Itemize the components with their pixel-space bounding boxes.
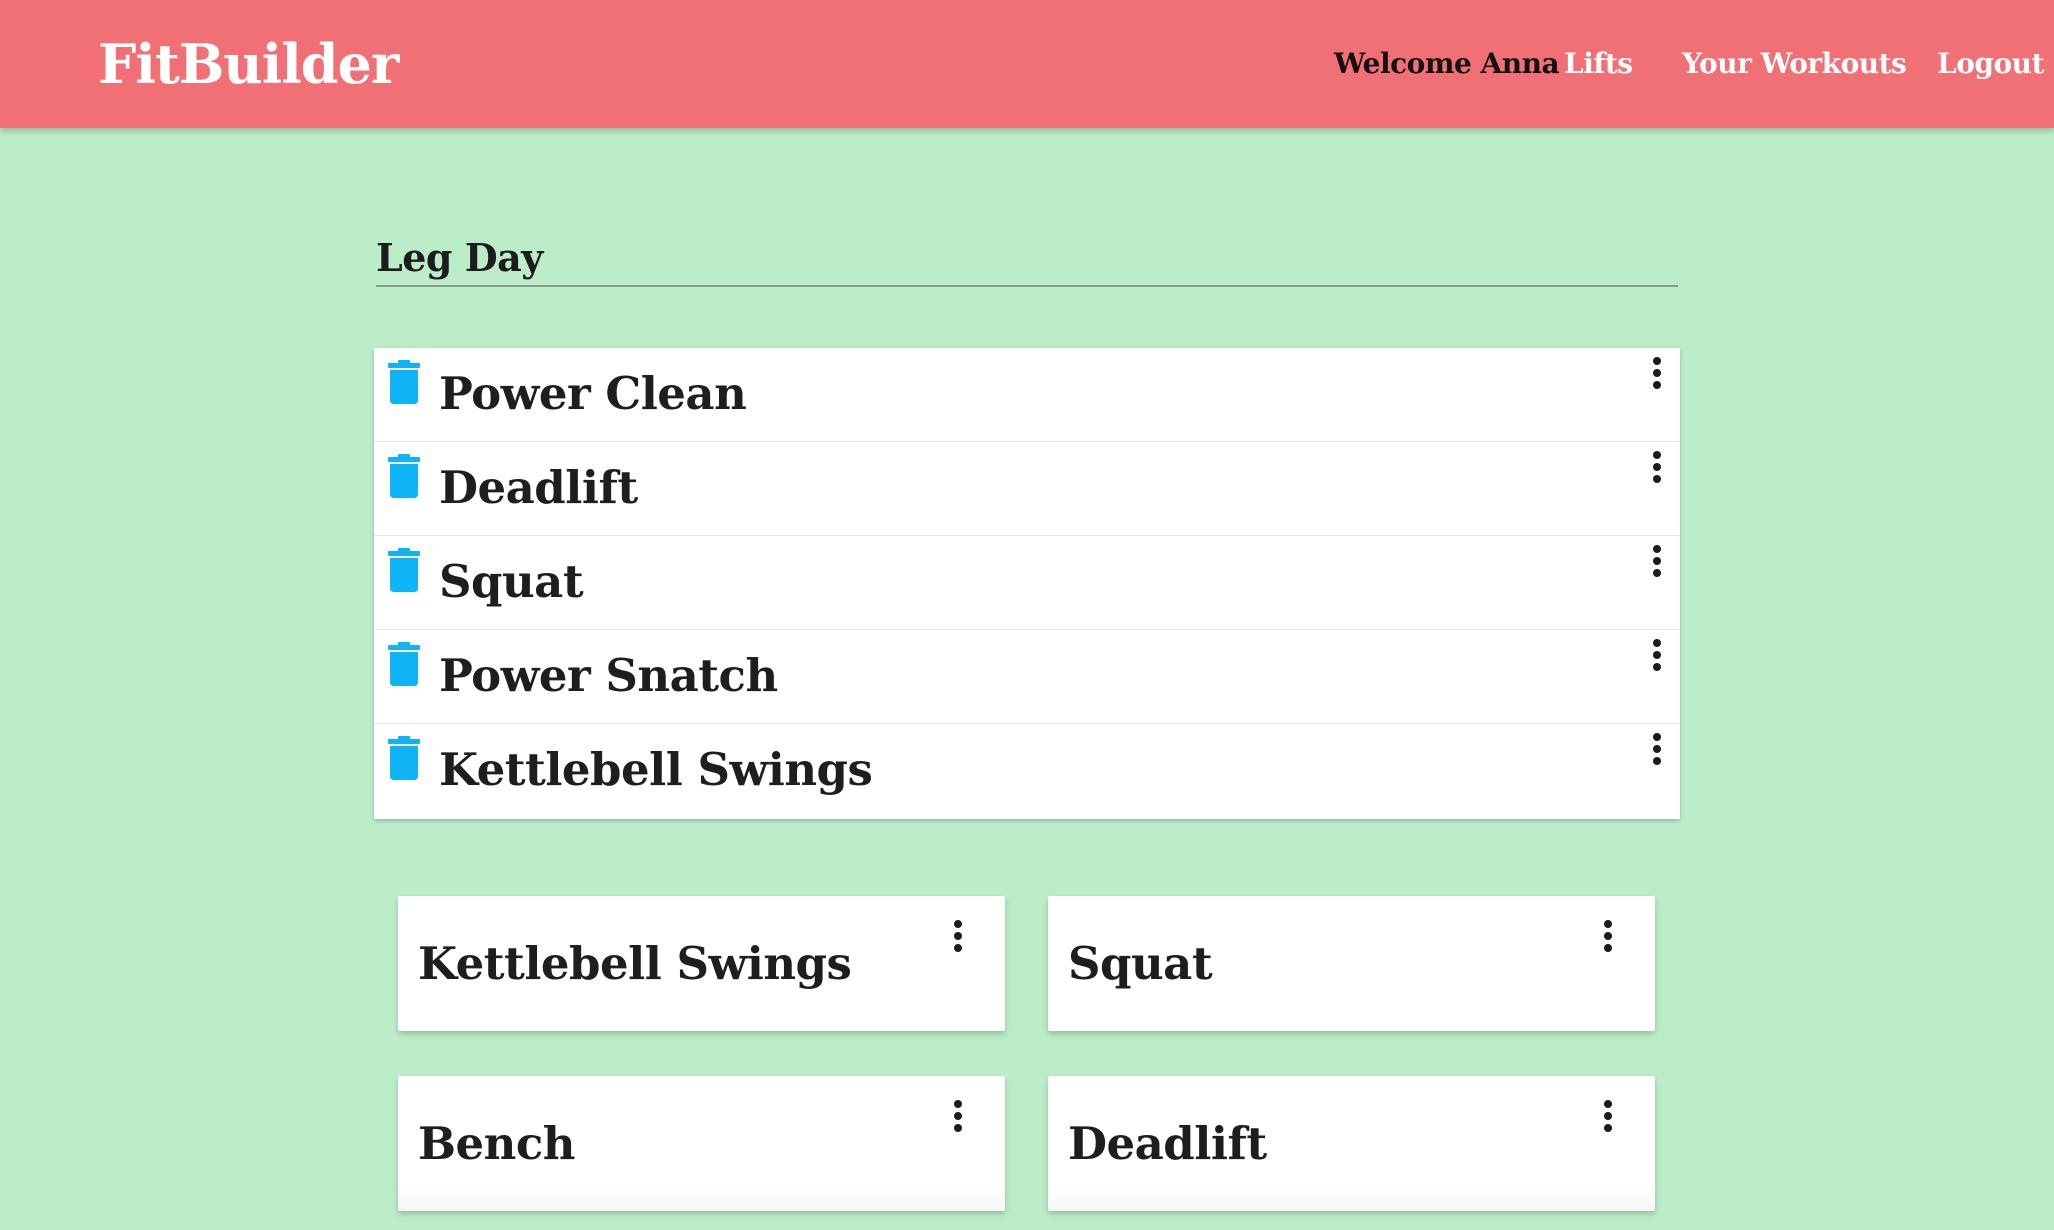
more-vert-icon[interactable] [1645, 447, 1669, 487]
top-navbar: FitBuilder Welcome Anna Lifts Your Worko… [0, 0, 2054, 128]
workout-list-item[interactable]: Deadlift [374, 442, 1680, 536]
workout-item-label: Power Snatch [439, 649, 778, 702]
nav-link-logout[interactable]: Logout [1937, 44, 2044, 84]
workout-list-item[interactable]: Power Clean [374, 348, 1680, 442]
lift-card-label: Kettlebell Swings [418, 937, 852, 990]
lift-card-label: Deadlift [1068, 1117, 1267, 1170]
title-divider [376, 285, 1678, 287]
workout-item-label: Squat [439, 555, 584, 608]
nav-link-lifts[interactable]: Lifts [1564, 44, 1633, 84]
brand-logo[interactable]: FitBuilder [98, 30, 399, 98]
lift-card[interactable]: Bench [398, 1076, 1005, 1211]
workout-list-item[interactable]: Squat [374, 536, 1680, 630]
more-vert-icon[interactable] [946, 1096, 970, 1136]
workout-list-item[interactable]: Power Snatch [374, 630, 1680, 724]
lift-card[interactable]: Deadlift [1048, 1076, 1655, 1211]
more-vert-icon[interactable] [1645, 729, 1669, 769]
more-vert-icon[interactable] [1645, 541, 1669, 581]
welcome-text: Welcome Anna [1334, 47, 1560, 80]
trash-icon[interactable] [388, 736, 420, 780]
lift-card[interactable]: Kettlebell Swings [398, 896, 1005, 1031]
more-vert-icon[interactable] [1596, 1096, 1620, 1136]
workout-item-label: Power Clean [439, 367, 747, 420]
trash-icon[interactable] [388, 454, 420, 498]
trash-icon[interactable] [388, 642, 420, 686]
more-vert-icon[interactable] [1645, 635, 1669, 675]
workout-lift-list: Power Clean Deadlift Squat Power Snatch [374, 348, 1680, 819]
trash-icon[interactable] [388, 360, 420, 404]
lift-card-label: Squat [1068, 937, 1213, 990]
trash-icon[interactable] [388, 548, 420, 592]
more-vert-icon[interactable] [946, 916, 970, 956]
workout-item-label: Deadlift [439, 461, 638, 514]
nav-link-your-workouts[interactable]: Your Workouts [1682, 44, 1907, 84]
lift-card-label: Bench [418, 1117, 576, 1170]
workout-list-item[interactable]: Kettlebell Swings [374, 724, 1680, 819]
more-vert-icon[interactable] [1596, 916, 1620, 956]
workout-item-label: Kettlebell Swings [439, 743, 873, 796]
more-vert-icon[interactable] [1645, 353, 1669, 393]
lift-card[interactable]: Squat [1048, 896, 1655, 1031]
workout-title: Leg Day [376, 235, 543, 280]
